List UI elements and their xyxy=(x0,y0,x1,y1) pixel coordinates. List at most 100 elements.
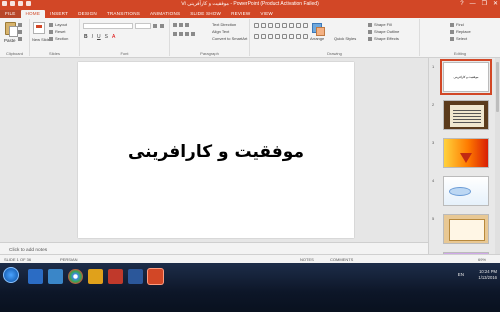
font-group: B I U S A Font xyxy=(80,19,170,56)
convert-smartart-button[interactable]: Convert to SmartArt xyxy=(212,36,247,41)
new-slide-icon[interactable] xyxy=(33,22,45,34)
format-painter-button[interactable] xyxy=(18,36,24,41)
quick-styles-button[interactable]: Quick Styles xyxy=(334,36,356,41)
window-title: Ⅵ موفقیت و کارآفرینی - PowerPoint (Produ… xyxy=(181,1,319,7)
telegram-icon[interactable] xyxy=(48,269,63,284)
layout-button[interactable]: Layout xyxy=(49,22,67,27)
folder-icon[interactable] xyxy=(88,269,103,284)
reset-button[interactable]: Reset xyxy=(49,29,65,34)
tab-design[interactable]: DESIGN xyxy=(73,10,102,18)
layout-icon xyxy=(49,22,53,27)
comments-toggle[interactable]: COMMENTS xyxy=(330,257,353,262)
tab-view[interactable]: VIEW xyxy=(255,10,278,18)
slide-thumbnails-pane: 1 موفقیت و کارافرینی 2 3 4 5 6 xyxy=(428,58,500,264)
replace-label: Replace xyxy=(456,29,471,34)
select-label: Select xyxy=(456,36,468,41)
shape-effects-button[interactable]: Shape Effects xyxy=(368,36,399,41)
zoom-level[interactable]: 69% xyxy=(478,257,486,262)
editor-background xyxy=(0,58,78,264)
powerpoint-taskbar-icon[interactable] xyxy=(148,269,163,284)
shrink-font-button[interactable] xyxy=(160,23,166,28)
align-buttons[interactable] xyxy=(173,31,197,36)
grow-font-button[interactable] xyxy=(153,23,159,28)
arrange-icon[interactable] xyxy=(312,23,325,36)
group-label: Font xyxy=(120,51,129,56)
strikethrough-button[interactable]: S xyxy=(105,34,108,40)
cut-button[interactable] xyxy=(18,22,24,27)
text-direction-button[interactable]: Text Direction xyxy=(212,22,236,27)
slide-title[interactable]: موفقیت و کارافرینی xyxy=(78,142,354,162)
paste-button[interactable]: Paste xyxy=(4,38,16,43)
bullets-icon xyxy=(173,22,177,27)
notes-pane[interactable]: Click to add notes xyxy=(0,242,428,254)
minimize-button[interactable]: — xyxy=(470,0,476,8)
tab-home[interactable]: HOME xyxy=(20,10,46,18)
slide-thumbnail-1[interactable]: موفقیت و کارافرینی xyxy=(440,59,492,95)
clipboard-group: Paste Clipboard xyxy=(0,19,30,56)
system-clock[interactable]: 10:24 PM 1/13/2016 xyxy=(478,269,497,281)
slide-thumbnail-4[interactable] xyxy=(443,176,489,206)
app-icon[interactable] xyxy=(108,269,123,284)
arrange-button[interactable]: Arrange xyxy=(310,36,324,41)
slide-canvas[interactable]: موفقیت و کارافرینی xyxy=(78,62,354,238)
group-label: Paragraph xyxy=(200,51,219,56)
close-button[interactable]: ✕ xyxy=(493,0,498,8)
start-button-icon[interactable] xyxy=(3,267,19,283)
bullets-button[interactable] xyxy=(173,22,191,27)
effects-icon xyxy=(368,36,372,41)
group-label: Clipboard xyxy=(5,51,24,56)
word-icon[interactable] xyxy=(128,269,143,284)
section-button[interactable]: Section xyxy=(49,36,68,41)
group-label: Slides xyxy=(49,51,60,56)
font-color-icon[interactable]: A xyxy=(112,34,115,40)
thumb-number: 4 xyxy=(432,178,435,183)
scrollbar-thumb[interactable] xyxy=(496,62,499,112)
tab-review[interactable]: REVIEW xyxy=(226,10,255,18)
select-button[interactable]: Select xyxy=(450,36,467,41)
tab-slide-show[interactable]: SLIDE SHOW xyxy=(185,10,226,18)
copy-icon xyxy=(18,29,22,34)
new-slide-button[interactable]: New Slide xyxy=(32,37,50,42)
bold-button[interactable]: B xyxy=(84,34,88,40)
slide-thumbnail-3[interactable] xyxy=(443,138,489,168)
shape-fill-button[interactable]: Shape Fill xyxy=(368,22,392,27)
italic-button[interactable]: I xyxy=(92,34,93,40)
align-text-button[interactable]: Align Text xyxy=(212,29,229,34)
help-button[interactable]: ? xyxy=(460,0,463,8)
slide-thumbnail-2[interactable] xyxy=(443,100,489,130)
notes-toggle[interactable]: NOTES xyxy=(300,257,314,262)
slide-thumbnail-5[interactable] xyxy=(443,214,489,244)
chrome-icon[interactable] xyxy=(68,269,83,284)
tab-insert[interactable]: INSERT xyxy=(45,10,73,18)
thumb-text: موفقیت و کارافرینی xyxy=(453,75,479,79)
paste-icon[interactable] xyxy=(5,22,18,37)
tab-file[interactable]: FILE xyxy=(0,10,21,18)
underline-button[interactable]: U xyxy=(97,34,101,40)
tab-animations[interactable]: ANIMATIONS xyxy=(145,10,185,18)
align-left-icon xyxy=(173,31,177,36)
find-button[interactable]: Find xyxy=(450,22,464,27)
align-right-icon xyxy=(185,31,189,36)
reset-icon xyxy=(49,29,53,34)
group-label: Editing xyxy=(453,51,467,56)
maximize-button[interactable]: ❐ xyxy=(482,0,487,8)
drawing-group: Arrange Quick Styles Shape Fill Shape Ou… xyxy=(250,19,420,56)
shapes-gallery[interactable] xyxy=(254,23,308,43)
scissors-icon xyxy=(18,22,22,27)
windows-taskbar: EN 10:24 PM 1/13/2016 xyxy=(0,263,500,312)
font-name-combo[interactable] xyxy=(83,23,133,29)
thumbnail-scrollbar[interactable] xyxy=(495,58,500,264)
explorer-icon[interactable] xyxy=(28,269,43,284)
section-label: Section xyxy=(55,36,69,41)
language-indicator[interactable]: PERSIAN xyxy=(60,257,78,262)
shrink-font-icon xyxy=(160,23,164,28)
font-size-combo[interactable] xyxy=(135,23,151,29)
shape-outline-button[interactable]: Shape Outline xyxy=(368,29,399,34)
slides-group: New Slide Layout Reset Section Slides xyxy=(30,19,80,56)
notes-placeholder[interactable]: Click to add notes xyxy=(9,248,47,253)
copy-button[interactable] xyxy=(18,29,24,34)
tab-transitions[interactable]: TRANSITIONS xyxy=(102,10,145,18)
title-bar: Ⅵ موفقیت و کارآفرینی - PowerPoint (Produ… xyxy=(0,0,500,8)
language-bar[interactable]: EN xyxy=(458,272,464,277)
replace-button[interactable]: Replace xyxy=(450,29,471,34)
